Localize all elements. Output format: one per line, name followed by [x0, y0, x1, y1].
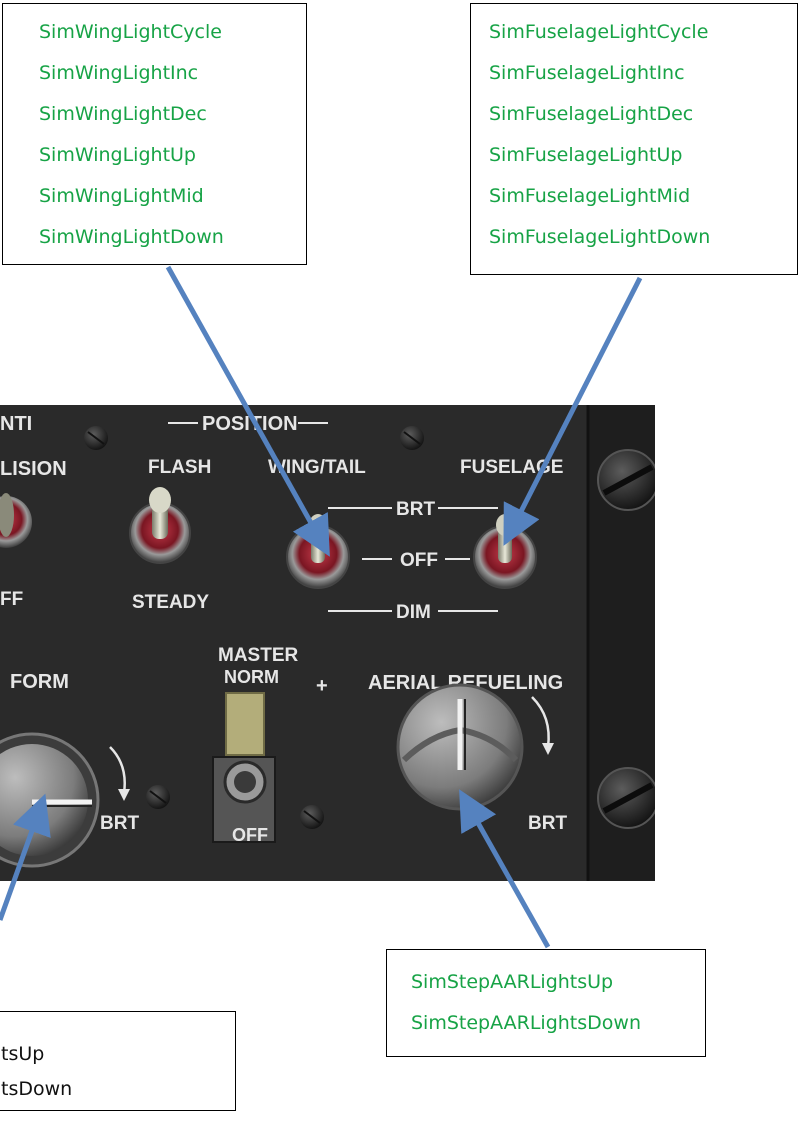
fuselage-light-down-command: SimFuselageLightDown	[489, 226, 711, 248]
fuselage-light-callout: SimFuselageLightCycle SimFuselageLightIn…	[470, 3, 798, 275]
formation-lights-callout: tsUp tsDown	[0, 1011, 236, 1111]
aar-lights-up-command: SimStepAARLightsUp	[411, 971, 614, 993]
master-label: MASTER	[218, 645, 299, 666]
wing-light-up-command: SimWingLightUp	[39, 144, 196, 166]
wing-light-inc-command: SimWingLightInc	[39, 62, 199, 84]
lighting-control-panel: NTI LISION FF POSITION FLASH STEADY WING…	[0, 405, 655, 881]
fuselage-light-mid-command: SimFuselageLightMid	[489, 185, 691, 207]
panel-screw-3	[146, 785, 170, 809]
norm-label: NORM	[224, 667, 279, 687]
flash-label: FLASH	[148, 457, 211, 478]
aar-brt-label: BRT	[528, 813, 567, 834]
steady-label: STEADY	[132, 592, 209, 613]
master-off-label: OFF	[232, 825, 268, 845]
form-label: FORM	[10, 671, 69, 693]
fuselage-light-up-command: SimFuselageLightUp	[489, 144, 683, 166]
wing-light-dec-command: SimWingLightDec	[39, 103, 207, 125]
panel-screw-2	[400, 426, 424, 450]
aar-lights-down-command: SimStepAARLightsDown	[411, 1012, 641, 1034]
wing-light-callout: SimWingLightCycle SimWingLightInc SimWin…	[2, 3, 307, 265]
aar-lights-callout: SimStepAARLightsUp SimStepAARLightsDown	[386, 949, 706, 1057]
plus-marker: +	[316, 675, 328, 697]
anti-collision-label-top: NTI	[0, 413, 32, 435]
panel-screw-1	[84, 426, 108, 450]
wing-light-mid-command: SimWingLightMid	[39, 185, 204, 207]
wing-tail-label: WING/TAIL	[268, 457, 366, 478]
side-screw-top	[597, 449, 655, 511]
fuselage-label: FUSELAGE	[460, 457, 563, 478]
brt-position-label: BRT	[396, 499, 435, 520]
anti-collision-label-bottom: LISION	[0, 458, 67, 480]
position-label: POSITION	[202, 413, 298, 435]
fuselage-light-cycle-command: SimFuselageLightCycle	[489, 21, 709, 43]
wing-light-down-command: SimWingLightDown	[39, 226, 224, 248]
fuselage-light-inc-command: SimFuselageLightInc	[489, 62, 685, 84]
form-brt-label: BRT	[100, 813, 139, 834]
panel-screw-4	[300, 805, 324, 829]
side-screw-bottom	[597, 767, 655, 829]
fuselage-light-dec-command: SimFuselageLightDec	[489, 103, 694, 125]
wing-light-cycle-command: SimWingLightCycle	[39, 21, 222, 43]
dim-position-label: DIM	[396, 602, 431, 623]
formation-lights-down-command: tsDown	[1, 1078, 73, 1100]
aerial-refueling-knob[interactable]	[396, 683, 524, 811]
off-position-label: OFF	[400, 550, 438, 571]
anti-collision-off-label: FF	[0, 589, 23, 610]
